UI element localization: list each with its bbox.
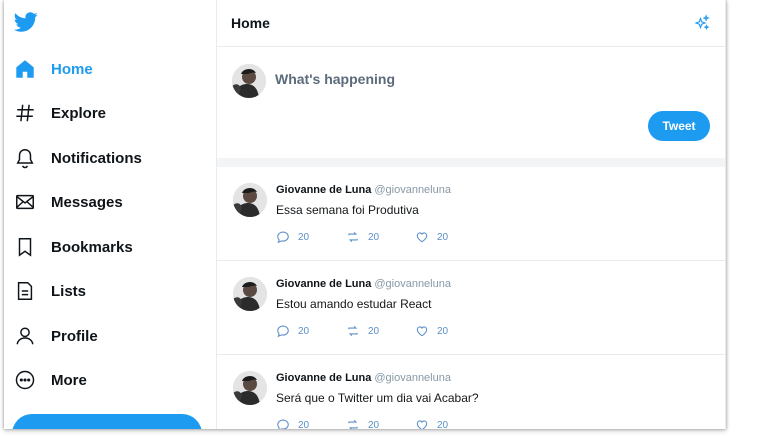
tweet-composer <box>217 47 725 159</box>
like-button[interactable]: 20 <box>415 324 448 338</box>
like-count: 20 <box>437 231 449 243</box>
sidebar-item-home[interactable]: Home <box>12 51 93 87</box>
sidebar-item-label: Home <box>51 60 93 78</box>
retweet-button[interactable]: 20 <box>346 230 379 244</box>
sidebar-item-bookmarks[interactable]: Bookmarks <box>12 229 133 265</box>
like-button[interactable]: 20 <box>415 418 448 429</box>
more-circle-icon <box>12 367 38 393</box>
retweet-icon <box>348 419 358 429</box>
reply-icon <box>277 325 289 338</box>
sidebar-item-lists[interactable]: Lists <box>12 273 86 309</box>
avatar <box>233 371 267 405</box>
sidebar-item-label: Explore <box>51 104 107 122</box>
person-icon <box>12 323 38 349</box>
sidebar-item-messages[interactable]: Messages <box>12 184 123 220</box>
tweet-author-name: Giovanne de Luna <box>276 184 372 196</box>
reply-count: 20 <box>298 325 310 337</box>
reply-button[interactable]: 20 <box>276 230 309 244</box>
page-title: Home <box>231 15 270 31</box>
tweet-item[interactable]: Giovanne de Luna @giovanneluna Estou aman… <box>217 261 725 355</box>
sidebar-item-notifications[interactable]: Notifications <box>12 140 142 176</box>
bookmark-icon <box>12 234 38 260</box>
sidebar-item-label: Lists <box>51 282 87 300</box>
sparkle-icon[interactable] <box>693 14 711 32</box>
tweet-item[interactable]: Giovanne de Luna @giovanneluna Essa seman… <box>217 167 725 261</box>
tweet-author[interactable]: Giovanne de Luna @giovanneluna <box>276 372 451 384</box>
retweet-icon <box>348 231 358 243</box>
sidebar-item-explore[interactable]: Explore <box>12 95 106 131</box>
tweet-button[interactable]: Tweet <box>648 111 710 141</box>
tweet-text: Essa semana foi Produtiva <box>276 203 419 217</box>
heart-icon <box>416 232 428 243</box>
retweet-count: 20 <box>368 325 380 337</box>
tweet-text: Será que o Twitter um dia vai Acabar? <box>276 391 479 405</box>
sidebar-item-profile[interactable]: Profile <box>12 318 98 354</box>
sidebar-item-label: Messages <box>51 193 123 211</box>
retweet-icon <box>348 325 358 337</box>
retweet-button[interactable]: 20 <box>346 324 379 338</box>
retweet-count: 20 <box>368 419 380 430</box>
sidebar: Home Explore Notifications Messages Book <box>4 0 217 429</box>
sidebar-tweet-button[interactable] <box>12 414 202 429</box>
app-window: Home Explore Notifications Messages Book <box>4 0 726 429</box>
tweet-author-name: Giovanne de Luna <box>276 372 372 384</box>
home-icon <box>12 56 38 82</box>
hashtag-icon <box>12 100 38 126</box>
section-divider <box>217 158 725 167</box>
envelope-icon <box>12 189 38 215</box>
reply-count: 20 <box>298 231 310 243</box>
tweet-author[interactable]: Giovanne de Luna @giovanneluna <box>276 184 451 196</box>
reply-count: 20 <box>298 419 310 430</box>
timeline-header: Home <box>217 0 725 47</box>
tweet-author[interactable]: Giovanne de Luna @giovanneluna <box>276 278 451 290</box>
retweet-button[interactable]: 20 <box>346 418 379 429</box>
tweet-item[interactable]: Giovanne de Luna @giovanneluna Será que o… <box>217 355 725 429</box>
compose-input[interactable] <box>275 71 575 87</box>
tweet-author-handle: @giovanneluna <box>374 278 451 290</box>
reply-icon <box>277 419 289 429</box>
sidebar-item-more[interactable]: More <box>12 362 87 398</box>
avatar <box>233 277 267 311</box>
heart-icon <box>416 420 428 429</box>
heart-icon <box>416 326 428 337</box>
bell-icon <box>12 145 38 171</box>
avatar <box>232 64 266 98</box>
tweet-text: Estou amando estudar React <box>276 297 432 311</box>
main-timeline: Home Tweet <box>216 0 726 429</box>
sidebar-item-label: More <box>51 371 87 389</box>
twitter-bird-icon[interactable] <box>14 10 38 34</box>
reply-button[interactable]: 20 <box>276 324 309 338</box>
tweet-author-handle: @giovanneluna <box>374 372 451 384</box>
tweet-author-name: Giovanne de Luna <box>276 278 372 290</box>
list-document-icon <box>12 278 38 304</box>
reply-button[interactable]: 20 <box>276 418 309 429</box>
sidebar-item-label: Notifications <box>51 149 142 167</box>
like-count: 20 <box>437 325 449 337</box>
retweet-count: 20 <box>368 231 380 243</box>
tweet-author-handle: @giovanneluna <box>374 184 451 196</box>
avatar <box>233 183 267 217</box>
sidebar-item-label: Profile <box>51 327 98 345</box>
like-count: 20 <box>437 419 449 430</box>
like-button[interactable]: 20 <box>415 230 448 244</box>
sidebar-item-label: Bookmarks <box>51 238 133 256</box>
reply-icon <box>277 231 289 244</box>
